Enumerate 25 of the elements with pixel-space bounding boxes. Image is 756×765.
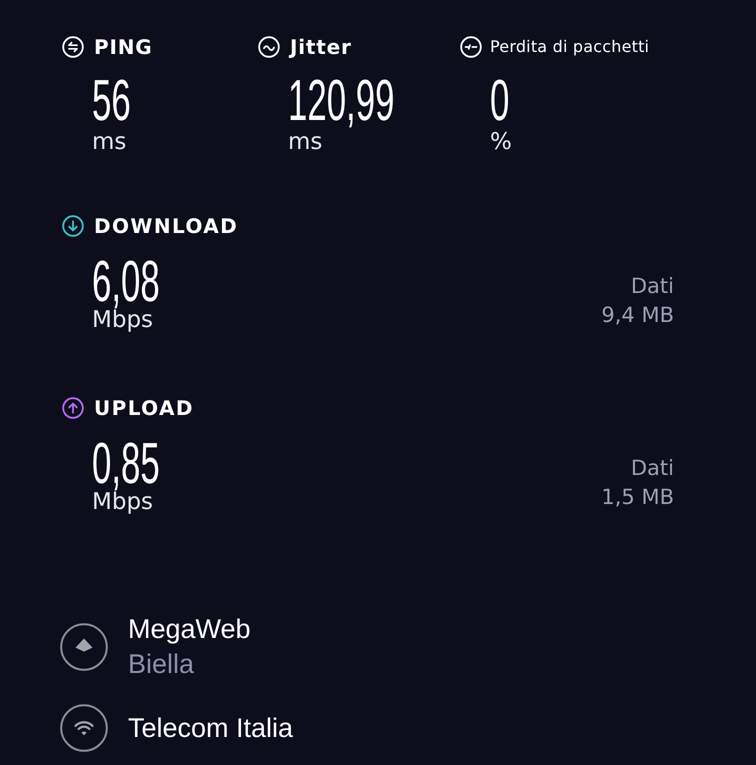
- metric-label: Jitter: [290, 34, 352, 60]
- metric-label: Perdita di pacchetti: [490, 36, 650, 58]
- speed-unit: Mbps: [92, 489, 154, 515]
- server-location: Biella: [128, 649, 194, 679]
- speed-value: 6,08: [92, 254, 160, 310]
- data-label: Dati: [630, 456, 674, 480]
- wave-icon: [258, 36, 280, 58]
- speed-label: DOWNLOAD: [94, 213, 238, 239]
- speed-label: UPLOAD: [94, 395, 194, 421]
- provider-name: Telecom Italia: [128, 712, 294, 742]
- metric-unit: %: [490, 129, 512, 155]
- speed-unit: Mbps: [92, 307, 154, 333]
- metric-value: 56: [92, 73, 131, 129]
- metric-label: PING: [94, 34, 152, 60]
- wifi-icon: [60, 704, 108, 752]
- metric-value: 0: [490, 73, 510, 129]
- speed-value: 0,85: [92, 436, 160, 492]
- server-name: MegaWeb: [128, 614, 251, 644]
- data-label: Dati: [630, 274, 674, 298]
- metric-value: 120,99: [288, 73, 394, 129]
- data-amount: 9,4 MB: [601, 303, 674, 327]
- data-amount: 1,5 MB: [601, 485, 674, 509]
- exchange-arrows-icon: [62, 36, 84, 58]
- metric-unit: ms: [92, 129, 126, 155]
- metric-unit: ms: [288, 129, 322, 155]
